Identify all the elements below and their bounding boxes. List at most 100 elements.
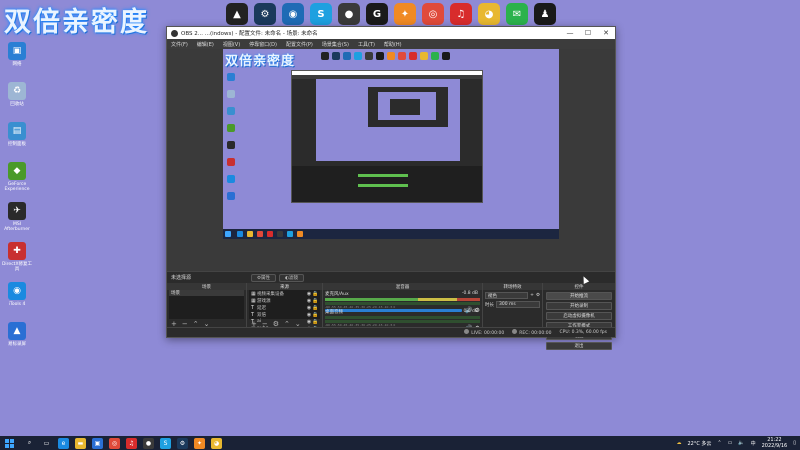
preview-area[interactable]: 双倍亲密度 (167, 49, 615, 271)
transitions-dock-title: 转场特效 (483, 283, 542, 290)
clock-date: 2022/9/16 (761, 443, 788, 449)
desktop-icon-directx-repair[interactable]: ✚ DirectX修复工具 (0, 242, 34, 282)
desktop-icon-msi-afterburner-icon: ✈ (8, 202, 26, 220)
qq-icon[interactable]: ♟ (534, 3, 556, 25)
start-recording-button[interactable]: 开始录制 (546, 302, 612, 310)
weather-icon[interactable]: ☁ (676, 440, 681, 446)
desktop-icon-recorder[interactable]: ▲ 易标录屏 (0, 322, 34, 362)
taskbar: ⌕ ▭ e ▬ ▣ ◎ ♫ ● S ⚙ ✦ ◕ ☁ 22°C 多云 ⌃ ▭ 🔈 中 21:22 202… (0, 436, 800, 450)
scene-item[interactable]: 场景 (169, 290, 244, 296)
menu-item-3[interactable]: 停靠窗口(D) (249, 41, 277, 48)
tray-chevron-icon[interactable]: ⌃ (717, 440, 721, 446)
menu-item-5[interactable]: 场景集合(S) (322, 41, 349, 48)
scenes-dock: 场景 场景 + − ⌃ ⌄ (167, 283, 247, 329)
minimize-icon[interactable]: — (561, 27, 579, 39)
start-virtual-camera-button[interactable]: 启动虚拟摄像机 (546, 312, 612, 320)
taskbar-s-app-icon[interactable]: S (160, 437, 171, 449)
obs-window[interactable]: OBS 2... ...(indows) - 配置文件: 未命名 - 场景: 未… (166, 26, 616, 350)
properties-button[interactable]: ⚙ 属性 (251, 274, 277, 282)
desktop-icon-itools[interactable]: ◉ iTools 4 (0, 282, 34, 322)
taskbar-task-view-icon[interactable]: ▭ (41, 437, 52, 449)
menu-item-4[interactable]: 配置文件(P) (286, 41, 313, 48)
volume-icon[interactable]: 🔈 (738, 440, 744, 446)
start-button[interactable] (2, 436, 16, 450)
menu-item-2[interactable]: 视图(V) (223, 41, 240, 48)
audio-mixer-dock: 混音器 麦克风/Aux -0.8 dB -60 -55 -50 -45 -40 -… (323, 283, 483, 332)
menu-item-1[interactable]: 编辑(E) (197, 41, 214, 48)
desktop-icon-network[interactable]: ▣ 网络 (0, 42, 34, 82)
preview-top-icons (321, 52, 450, 60)
taskbar-obs-icon[interactable]: ● (143, 437, 154, 449)
taskbar-explorer-icon[interactable]: ▬ (75, 437, 86, 449)
desktop-icon-label: GeForce Experience (4, 182, 30, 192)
owl-app-icon[interactable]: ◕ (478, 3, 500, 25)
start-streaming-button[interactable]: 开始推流 (546, 292, 612, 300)
taskbar-owl-icon[interactable]: ◕ (211, 437, 222, 449)
taskbar-game-icon[interactable]: ✦ (194, 437, 205, 449)
taskbar-netease-icon[interactable]: ♫ (126, 437, 137, 449)
watermark-text: 双倍亲密度 (4, 7, 149, 38)
taskbar-store-icon[interactable]: ▣ (92, 437, 103, 449)
source-properties-bar: 未选择源 ⚙ 属性 ◐ 滤镜 (167, 271, 615, 283)
desktop-icon-label: 回收站 (10, 102, 24, 107)
obs-icon[interactable]: ● (338, 3, 360, 25)
desktop-icon-control-panel-icon: ▤ (8, 122, 26, 140)
desktop-icon-msi-afterburner[interactable]: ✈ MSI Afterburner (0, 202, 34, 242)
lock-icon[interactable]: 🔒 (312, 305, 318, 311)
menu-item-0[interactable]: 文件(F) (171, 41, 188, 48)
taskbar-steam-icon[interactable]: ⚙ (177, 437, 188, 449)
rec-dot-icon (512, 329, 518, 334)
menu-item-7[interactable]: 帮助(H) (384, 41, 402, 48)
source-list[interactable]: ▦视频采集设备◉🔒▦游戏源◉🔒T延迟◉🔒T双倍◉🔒Tai◉🔒▦pubg◉🔒 (249, 290, 320, 332)
close-icon[interactable]: ✕ (597, 27, 615, 39)
notification-icon[interactable]: ▯ (793, 440, 796, 446)
transitions-dock: 转场特效 褪色 + ⚙ 时长 300 ms (483, 283, 543, 329)
duration-input[interactable]: 300 ms (496, 301, 540, 308)
source-item[interactable]: ▦ 游戏源 ◉ 🔒 (249, 297, 320, 304)
lock-icon[interactable]: 🔒 (312, 298, 318, 304)
gamepad-icon[interactable]: ▲ (226, 3, 248, 25)
lock-icon[interactable]: 🔒 (312, 312, 318, 318)
transition-add-icon[interactable]: + (530, 293, 534, 298)
weather-text[interactable]: 22°C 多云 (687, 440, 711, 447)
wechat-icon[interactable]: ✉ (506, 3, 528, 25)
logitech-g-icon[interactable]: G (366, 3, 388, 25)
maximize-icon[interactable]: ☐ (579, 27, 597, 39)
preview-canvas[interactable]: 双倍亲密度 (223, 49, 559, 239)
chrome-icon[interactable]: ◎ (422, 3, 444, 25)
windows-logo-icon (4, 438, 14, 448)
menu-item-6[interactable]: 工具(T) (358, 41, 375, 48)
obs-title-bar[interactable]: OBS 2... ...(indows) - 配置文件: 未命名 - 场景: 未… (167, 27, 615, 39)
desktop-icon-label: MSI Afterburner (4, 222, 30, 232)
taskbar-chrome-icon[interactable]: ◎ (109, 437, 120, 449)
source-item[interactable]: T 延迟 ◉ 🔒 (249, 304, 320, 311)
controls-dock-title: 控件 (543, 283, 615, 290)
preview-nested-obs (291, 70, 483, 203)
transition-gear-icon[interactable]: ⚙ (536, 293, 540, 298)
game-app-icon[interactable]: ✦ (394, 3, 416, 25)
desktop-icon-control-panel[interactable]: ▤ 控制面板 (0, 122, 34, 162)
transition-select[interactable]: 褪色 (485, 292, 529, 299)
desktop-icon-label: 易标录屏 (8, 342, 26, 347)
taskbar-edge-icon[interactable]: e (58, 437, 69, 449)
netease-music-icon[interactable]: ♫ (450, 3, 472, 25)
desktop-icon-geforce[interactable]: ◆ GeForce Experience (0, 162, 34, 202)
scene-list[interactable]: 场景 (169, 290, 244, 319)
app-circle-icon[interactable]: ◉ (282, 3, 304, 25)
sources-dock: 来源 ▦视频采集设备◉🔒▦游戏源◉🔒T延迟◉🔒T双倍◉🔒Tai◉🔒▦pubg◉🔒… (247, 283, 323, 332)
lock-icon[interactable]: 🔒 (312, 291, 318, 297)
taskbar-search-icon[interactable]: ⌕ (24, 437, 35, 449)
ime-icon[interactable]: 中 (751, 440, 756, 447)
filters-button[interactable]: ◐ 滤镜 (279, 274, 304, 282)
desktop-icon-recycle-bin[interactable]: ♻ 回收站 (0, 82, 34, 122)
clock[interactable]: 21:22 2022/9/16 (762, 437, 788, 449)
steam-icon[interactable]: ⚙ (254, 3, 276, 25)
desktop-icon-label: DirectX修复工具 (1, 262, 33, 272)
s-app-icon[interactable]: S (310, 3, 332, 25)
source-item[interactable]: T 双倍 ◉ 🔒 (249, 311, 320, 318)
network-icon[interactable]: ▭ (728, 440, 733, 446)
sources-dock-title: 来源 (247, 283, 322, 290)
duration-label: 时长 (485, 302, 494, 308)
exit-button[interactable]: 退出 (546, 342, 612, 350)
source-item[interactable]: ▦ 视频采集设备 ◉ 🔒 (249, 290, 320, 297)
